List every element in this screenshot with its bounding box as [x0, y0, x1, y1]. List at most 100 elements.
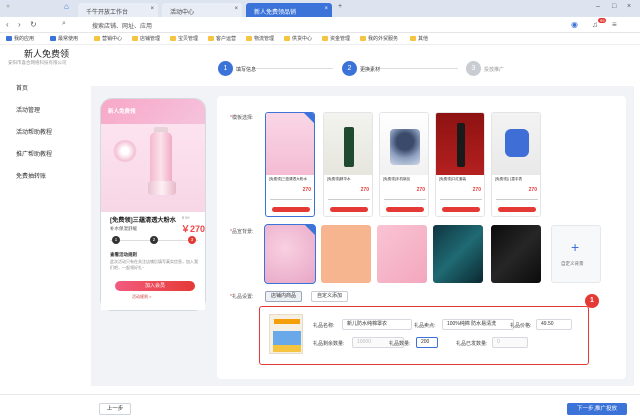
flower-image [112, 140, 138, 162]
background-option-3[interactable] [377, 225, 427, 283]
preview-step-dot: 3 [188, 236, 196, 244]
template-price: 270 [302, 187, 311, 193]
bookmark-frequent[interactable]: 最常使用 [50, 35, 78, 42]
address-input[interactable]: 搜索店铺、网址、应用 [92, 21, 152, 30]
lipstick-image [457, 123, 465, 167]
app-title: 新人免费领 [24, 49, 70, 59]
background-option-2[interactable] [321, 225, 371, 283]
gift-price-input[interactable]: 49.50 [536, 319, 572, 330]
tab-current[interactable]: 新人免费领品销 × [246, 3, 332, 17]
template-step-line [384, 199, 426, 200]
sidebar-item-activity-help[interactable]: 活动帮助教程 [16, 127, 52, 136]
template-button [498, 207, 536, 212]
serum-bottle-image [344, 127, 354, 167]
step-2-label: 更换素材 [360, 67, 381, 73]
bell-icon[interactable]: ♫ [592, 20, 598, 29]
template-title: [免费领]三蕴清透大粉水 [269, 177, 307, 181]
bookmark-my-apps[interactable]: 我的应用 [6, 35, 34, 42]
template-card-3[interactable]: [免费领]手机新品 270 [379, 112, 429, 217]
annotation-marker: 1 [585, 294, 599, 308]
back-icon[interactable]: ‹ [6, 20, 9, 29]
tab-store-products[interactable]: 店铺内商品 [265, 291, 303, 302]
prev-step-button[interactable]: 上一步 [99, 403, 131, 415]
sidebar-item-promo-help[interactable]: 推广帮助教程 [16, 149, 52, 158]
template-card-4[interactable]: [免费领]口红套装 270 [435, 112, 485, 217]
tab-workbench[interactable]: 千牛开放工作台 × [78, 3, 158, 17]
tab-activity[interactable]: 活动中心 × [162, 3, 242, 17]
forward-icon[interactable]: › [18, 20, 21, 29]
sidebar-item-activity[interactable]: 活动管理 [16, 105, 40, 114]
template-card-1[interactable]: [免费领]三蕴清透大粉水 270 [265, 112, 315, 217]
bookmark-folder[interactable]: 宝贝管理 [170, 35, 198, 42]
bookmark-folder[interactable]: 客户运营 [208, 35, 236, 42]
gift-selling-input[interactable]: 100%纯棉 防水易清洗 [442, 319, 514, 330]
gift-name-label: 礼品名称: [313, 323, 335, 329]
step-1-circle: 1 [218, 61, 233, 76]
gift-received-label: 礼品已发数量: [456, 341, 488, 347]
close-icon[interactable]: × [324, 6, 328, 12]
gift-label: *礼品设置: [230, 294, 254, 300]
template-button [330, 207, 368, 212]
template-title: [免费领]手机新品 [383, 177, 411, 181]
bookmark-folder[interactable]: 我的外贸服务 [360, 35, 398, 42]
step-line [378, 68, 458, 69]
phone-image [390, 129, 420, 165]
home-icon[interactable]: ⌂ [64, 2, 69, 11]
template-card-5[interactable]: [免费领]儿童手表 270 [491, 112, 541, 217]
gift-name-input[interactable]: 新儿防水纯棉罩衣 [342, 319, 412, 330]
gift-qty-label: 礼品数量: [389, 341, 411, 347]
bookmark-folder[interactable]: 供货中心 [284, 35, 312, 42]
gift-thumbnail [269, 314, 303, 354]
minimize-icon[interactable]: – [596, 3, 600, 10]
bookmark-folder[interactable]: 营销中心 [94, 35, 122, 42]
tab-custom-add[interactable]: 自定义添加 [311, 291, 349, 302]
bookmark-folder[interactable]: 店铺管理 [132, 35, 160, 42]
menu-icon[interactable]: ≡ [612, 20, 617, 29]
address-bar: ‹ › ↻ ⌕ 搜索店铺、网址、应用 ◉ ♫ 99 ≡ [0, 17, 640, 33]
background-option-1[interactable] [264, 224, 316, 284]
add-background-button[interactable]: + 自定义背景 [551, 225, 601, 283]
close-icon[interactable]: × [234, 6, 238, 12]
shield-icon[interactable]: ◉ [571, 20, 578, 29]
preview-step-dot: 1 [112, 236, 120, 244]
sidebar-item-free[interactable]: 免费抽转账 [16, 171, 46, 180]
company-name: 安阳市喜合网络科技有限公司 [8, 60, 67, 65]
bookmark-folder[interactable]: 物流管理 [246, 35, 274, 42]
preview-join-button[interactable]: 加入会员 [115, 281, 195, 291]
preview-price: ￥270 [181, 224, 206, 234]
template-price: 270 [360, 187, 369, 193]
template-title: [免费领]精华水 [327, 177, 351, 181]
selected-check-icon [304, 113, 314, 123]
window-close-icon[interactable]: × [627, 3, 631, 10]
step-3-circle: 3 [466, 61, 481, 76]
sidebar-item-home[interactable]: 首页 [16, 83, 28, 92]
bookmark-folder[interactable]: 其他 [410, 35, 428, 42]
template-price: 270 [416, 187, 425, 193]
new-tab-icon[interactable]: + [338, 3, 342, 10]
browser-tabbar: ● ⌂ 千牛开放工作台 × 活动中心 × 新人免费领品销 × + – □ × [0, 0, 640, 17]
close-icon[interactable]: × [150, 6, 154, 12]
plus-icon: + [571, 239, 580, 255]
preview-desc: 此次活动只有在关注店铺后填写真实信息，加入我们吧，一起领好礼~ [110, 259, 198, 270]
maximize-icon[interactable]: □ [612, 3, 616, 10]
preview-rules-link[interactable]: 活动规则 > [132, 294, 151, 300]
background-option-5[interactable] [491, 225, 541, 283]
gift-settings-box [259, 306, 589, 365]
preview-header-title: 新人免费领 [108, 109, 136, 115]
preview-step-dot: 2 [150, 236, 158, 244]
step-3-label: 投放推广 [484, 67, 505, 73]
template-step-line [496, 199, 538, 200]
thumb-footer [273, 345, 301, 352]
refresh-icon[interactable]: ↻ [30, 20, 37, 29]
bookmark-folder[interactable]: 资金管理 [322, 35, 350, 42]
footer-bar [0, 394, 640, 420]
background-option-4[interactable] [433, 225, 483, 283]
template-card-2[interactable]: [免费领]精华水 270 [323, 112, 373, 217]
template-label: *模板选择: [230, 115, 254, 121]
preview-title: [免费领]三蕴清透大粉水 [110, 217, 176, 224]
gift-received-input: 0 [492, 337, 528, 348]
next-step-button[interactable]: 下一步,推广投放 [567, 403, 627, 415]
gift-selling-label: 礼品卖点: [414, 323, 436, 329]
gift-qty-input[interactable]: 200 [416, 337, 438, 348]
template-step-line [328, 199, 370, 200]
